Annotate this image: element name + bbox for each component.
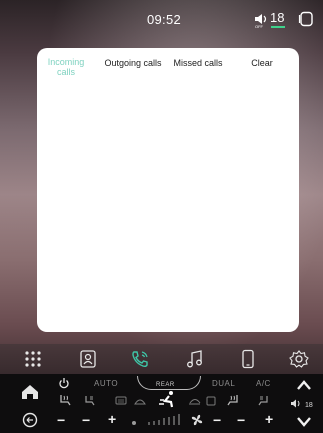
fresh-air-icon[interactable] xyxy=(206,396,216,406)
window-icon[interactable] xyxy=(298,11,314,27)
front-defrost-icon[interactable] xyxy=(134,396,146,406)
volume-state: OFF xyxy=(255,24,263,29)
phone-icon[interactable] xyxy=(129,349,151,369)
home-icon[interactable] xyxy=(20,384,40,400)
music-note-icon[interactable] xyxy=(184,349,206,369)
clock: 09:52 xyxy=(147,12,182,27)
clear-button[interactable]: Clear xyxy=(242,58,282,68)
auto-button[interactable]: AUTO xyxy=(94,379,118,388)
fan-speed-indicator[interactable] xyxy=(147,412,187,426)
temp-up-left-button[interactable]: + xyxy=(108,411,116,427)
temp-down-right-2-button[interactable]: − xyxy=(237,412,245,428)
mobile-icon[interactable] xyxy=(237,349,259,369)
calls-panel: Incoming calls Outgoing calls Missed cal… xyxy=(37,48,299,332)
fan-icon[interactable] xyxy=(190,413,204,427)
seat-heat-icon[interactable] xyxy=(58,394,72,406)
volume-icon[interactable] xyxy=(290,398,304,409)
status-bar: 09:52 OFF 18 xyxy=(0,0,323,40)
ac-button[interactable]: A/C xyxy=(256,379,271,388)
app-dock xyxy=(0,344,323,374)
back-icon[interactable] xyxy=(22,412,38,428)
rear-button-label[interactable]: REAR xyxy=(156,382,175,388)
screen: 09:52 OFF 18 Incoming calls Outgoing cal… xyxy=(0,0,323,433)
passenger-seat-vent-icon[interactable] xyxy=(256,395,270,406)
temp-down-left-button[interactable]: − xyxy=(57,412,65,428)
temperature-indicator xyxy=(271,26,285,28)
rear-defrost-icon[interactable] xyxy=(115,396,127,406)
seat-vent-icon[interactable] xyxy=(83,395,97,406)
tab-incoming-label-2: calls xyxy=(56,67,75,77)
tab-incoming-label-1: Incoming xyxy=(47,57,85,67)
airflow-mode-icon[interactable] xyxy=(156,390,180,408)
temperature: 18 xyxy=(270,10,285,25)
tab-missed-calls[interactable]: Missed calls xyxy=(168,58,228,68)
dual-button[interactable]: DUAL xyxy=(212,379,235,388)
chevron-up-icon[interactable] xyxy=(296,379,312,391)
tab-incoming-calls[interactable]: Incoming calls xyxy=(46,57,86,77)
passenger-seat-heat-icon[interactable] xyxy=(226,394,240,406)
fan-small-icon[interactable] xyxy=(130,419,138,427)
temp-down-right-button[interactable]: − xyxy=(213,412,221,428)
temp-down-left-2-button[interactable]: − xyxy=(82,412,90,428)
power-icon[interactable] xyxy=(58,377,70,389)
apps-grid-icon[interactable] xyxy=(22,349,44,369)
temp-up-right-button[interactable]: + xyxy=(265,411,273,427)
settings-gear-icon[interactable] xyxy=(288,349,310,369)
contacts-icon[interactable] xyxy=(77,349,99,369)
chevron-down-icon[interactable] xyxy=(296,416,312,428)
volume-level: 18 xyxy=(305,402,313,409)
recirculation-icon[interactable] xyxy=(188,396,202,406)
tab-outgoing-calls[interactable]: Outgoing calls xyxy=(99,58,167,68)
